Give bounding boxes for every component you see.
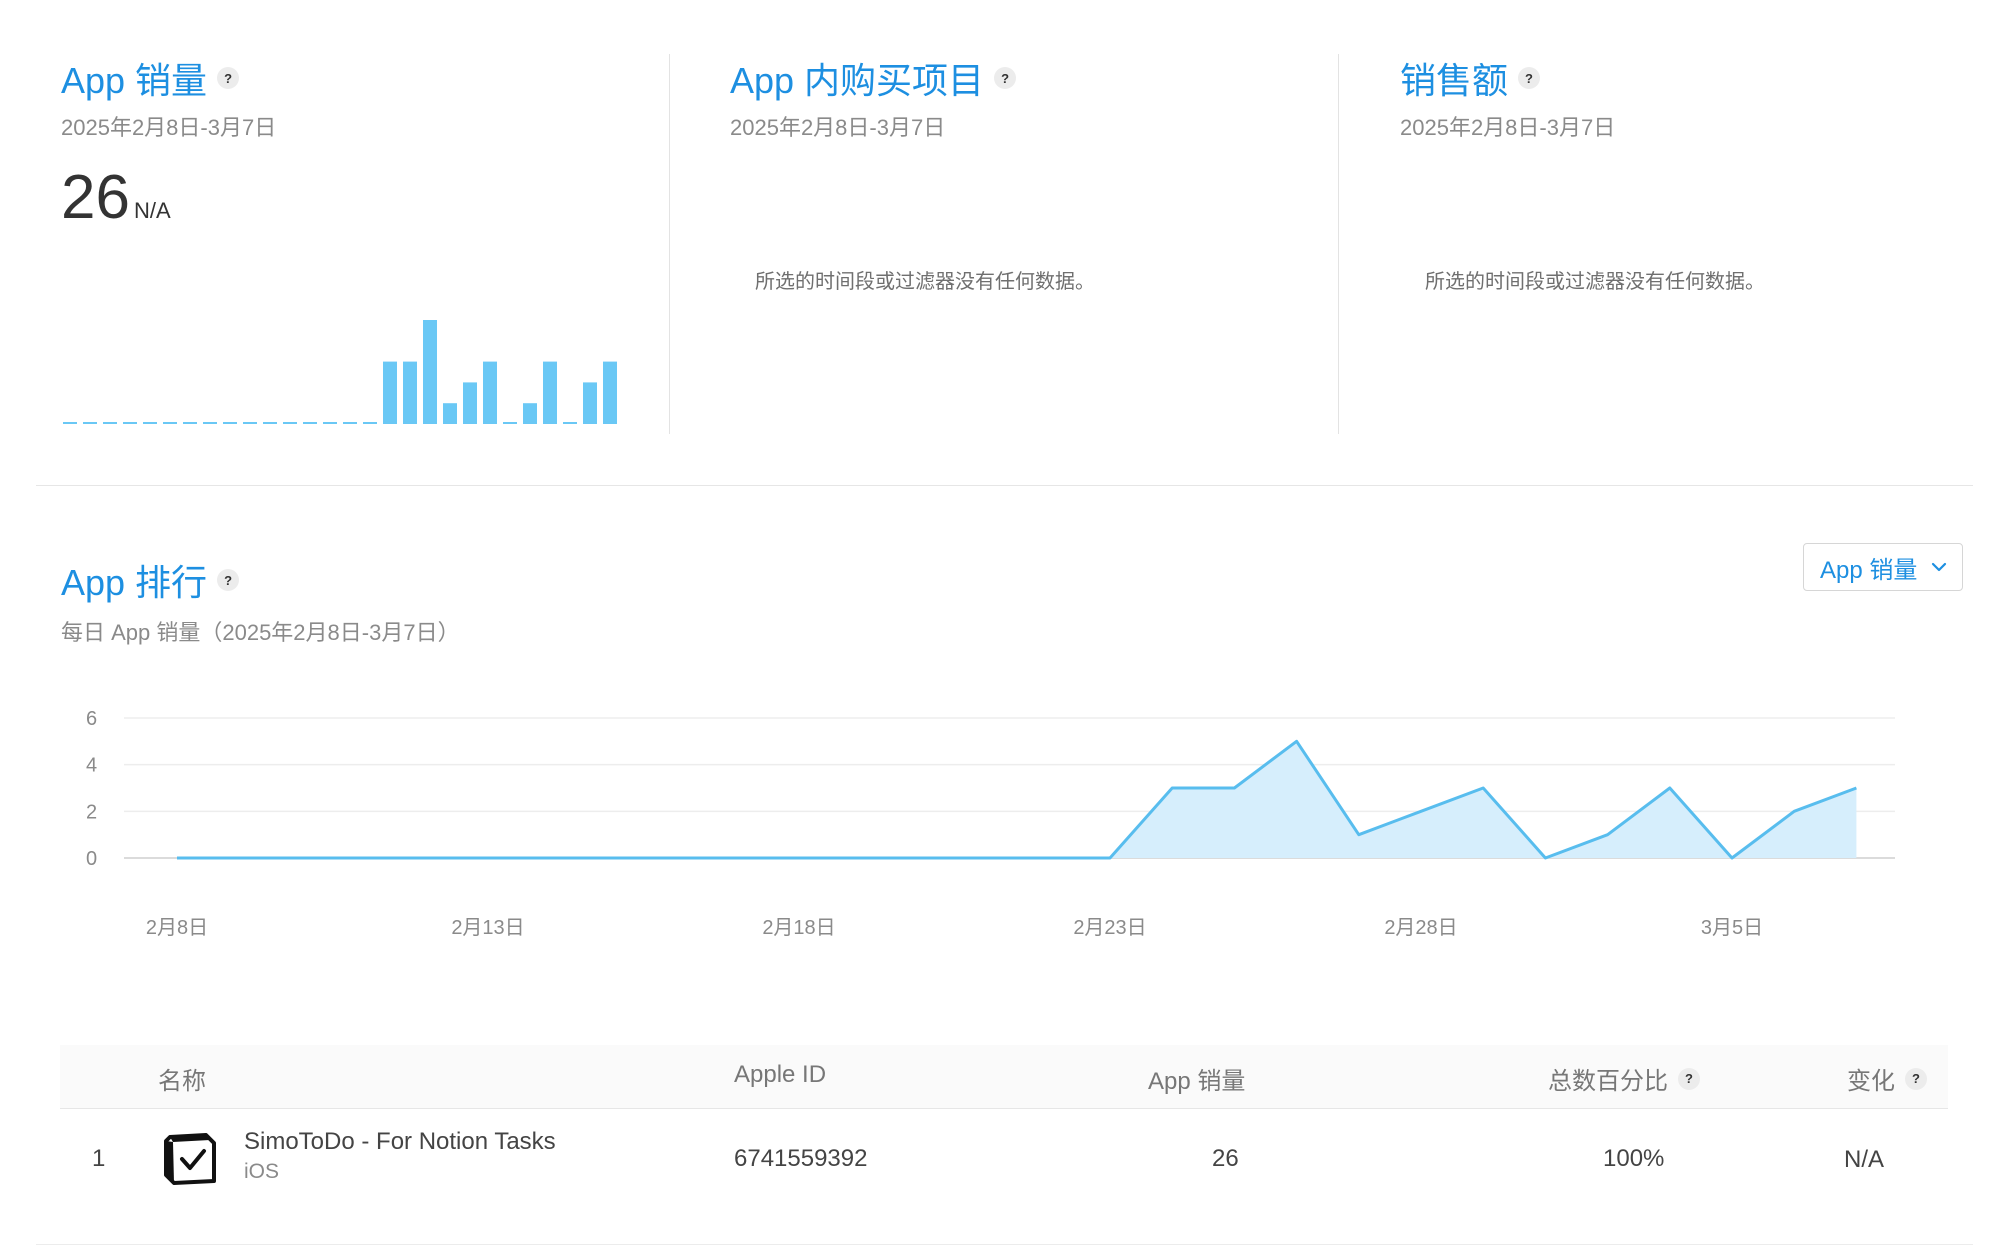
x-tick-label: 2月28日	[1384, 917, 1457, 939]
chevron-down-icon	[1931, 562, 1947, 572]
help-icon[interactable]: ?	[1905, 1067, 1927, 1090]
column-header-change[interactable]: 变化 ?	[1847, 1061, 1927, 1096]
x-tick-label: 3月5日	[1701, 917, 1763, 939]
mini-bar-empty	[283, 422, 297, 424]
x-tick-label: 2月13日	[451, 917, 524, 939]
column-header-percent[interactable]: 总数百分比 ?	[1548, 1061, 1700, 1096]
ranking-subtitle: 每日 App 销量（2025年2月8日-3月7日）	[61, 620, 460, 645]
mini-bar	[443, 403, 457, 424]
card-title-app-units[interactable]: App 销量 ?	[61, 52, 240, 104]
mini-bar-empty	[63, 422, 77, 424]
table-bottom-divider	[36, 1244, 1973, 1245]
empty-state-message: 所选的时间段或过滤器没有任何数据。	[755, 271, 1095, 293]
y-tick-label: 4	[86, 755, 97, 777]
divider	[669, 54, 670, 434]
mini-bar-empty	[323, 422, 337, 424]
mini-bar-empty	[163, 422, 177, 424]
help-icon[interactable]: ?	[1678, 1067, 1700, 1090]
row-rank: 1	[92, 1145, 106, 1172]
card-title-label: App 内购买项目	[730, 60, 985, 101]
metric-dropdown[interactable]: App 销量	[1803, 543, 1963, 591]
card-date-range: 2025年2月8日-3月7日	[1400, 115, 1616, 140]
card-title-proceeds[interactable]: 销售额 ?	[1400, 52, 1541, 104]
column-header-label: 总数百分比	[1548, 1068, 1668, 1095]
mini-bar-empty	[343, 422, 357, 424]
section-divider	[36, 485, 1973, 486]
help-icon[interactable]: ?	[1518, 67, 1541, 89]
row-change: N/A	[1844, 1146, 1885, 1173]
area-fill	[177, 741, 1857, 858]
mini-bar-empty	[503, 422, 517, 424]
ranking-title-label: App 排行	[61, 562, 208, 603]
x-tick-label: 2月8日	[146, 917, 208, 939]
help-icon[interactable]: ?	[217, 569, 240, 591]
mini-bar-chart	[63, 320, 617, 424]
mini-bar-empty	[363, 422, 377, 424]
mini-bar	[403, 361, 417, 424]
mini-bar	[483, 361, 497, 424]
mini-bar-empty	[263, 422, 277, 424]
metric-change: N/A	[133, 198, 171, 223]
column-header-units[interactable]: App 销量	[1148, 1061, 1245, 1096]
mini-bar	[523, 403, 537, 424]
daily-units-chart: 0 2 4 6 2月8日 2月13日 2月18日 2月23日 2月28日 3月5日	[86, 708, 1895, 939]
mini-bar-empty	[183, 422, 197, 424]
mini-bar-empty	[243, 422, 257, 424]
metric-value: 26	[61, 163, 130, 232]
y-tick-label: 6	[86, 708, 97, 730]
mini-bar	[383, 361, 397, 424]
column-header-apple-id[interactable]: Apple ID	[734, 1061, 826, 1089]
mini-bar-empty	[143, 422, 157, 424]
app-name-link[interactable]: SimoToDo - For Notion Tasks	[244, 1128, 556, 1156]
checkbox-app-icon	[164, 1133, 216, 1185]
mini-bar	[423, 320, 437, 424]
empty-state-message: 所选的时间段或过滤器没有任何数据。	[1425, 271, 1765, 293]
x-tick-label: 2月23日	[1073, 917, 1146, 939]
mini-bar	[583, 382, 597, 424]
ranking-title[interactable]: App 排行 ?	[61, 554, 240, 606]
column-header-name[interactable]: 名称	[158, 1061, 206, 1096]
mini-bar-empty	[103, 422, 117, 424]
mini-bar-empty	[123, 422, 137, 424]
card-title-label: 销售额	[1400, 60, 1509, 101]
mini-bar-empty	[223, 422, 237, 424]
card-title-label: App 销量	[61, 60, 208, 101]
divider	[1338, 54, 1339, 434]
mini-bar	[543, 361, 557, 424]
row-units: 26	[1212, 1145, 1239, 1172]
x-tick-label: 2月18日	[762, 917, 835, 939]
mini-bar-empty	[203, 422, 217, 424]
help-icon[interactable]: ?	[217, 67, 240, 89]
row-percent: 100%	[1603, 1145, 1665, 1172]
dropdown-label: App 销量	[1820, 556, 1918, 584]
mini-bar-empty	[303, 422, 317, 424]
column-header-label: 变化	[1847, 1068, 1895, 1095]
mini-bar	[463, 382, 477, 424]
app-platform: iOS	[244, 1160, 280, 1183]
y-tick-label: 0	[86, 848, 97, 870]
card-title-iap[interactable]: App 内购买项目 ?	[730, 52, 1017, 104]
row-apple-id: 6741559392	[734, 1145, 868, 1172]
mini-bar-empty	[83, 422, 97, 424]
help-icon[interactable]: ?	[994, 67, 1017, 89]
card-date-range: 2025年2月8日-3月7日	[61, 115, 277, 140]
card-date-range: 2025年2月8日-3月7日	[730, 115, 946, 140]
mini-bar-empty	[563, 422, 577, 424]
y-tick-label: 2	[86, 801, 97, 823]
table-row[interactable]: 1 SimoToDo - For Notion Tasks iOS 674155…	[60, 1109, 1948, 1249]
mini-bar	[603, 361, 617, 424]
card-metric: 26 N/A	[61, 162, 171, 233]
